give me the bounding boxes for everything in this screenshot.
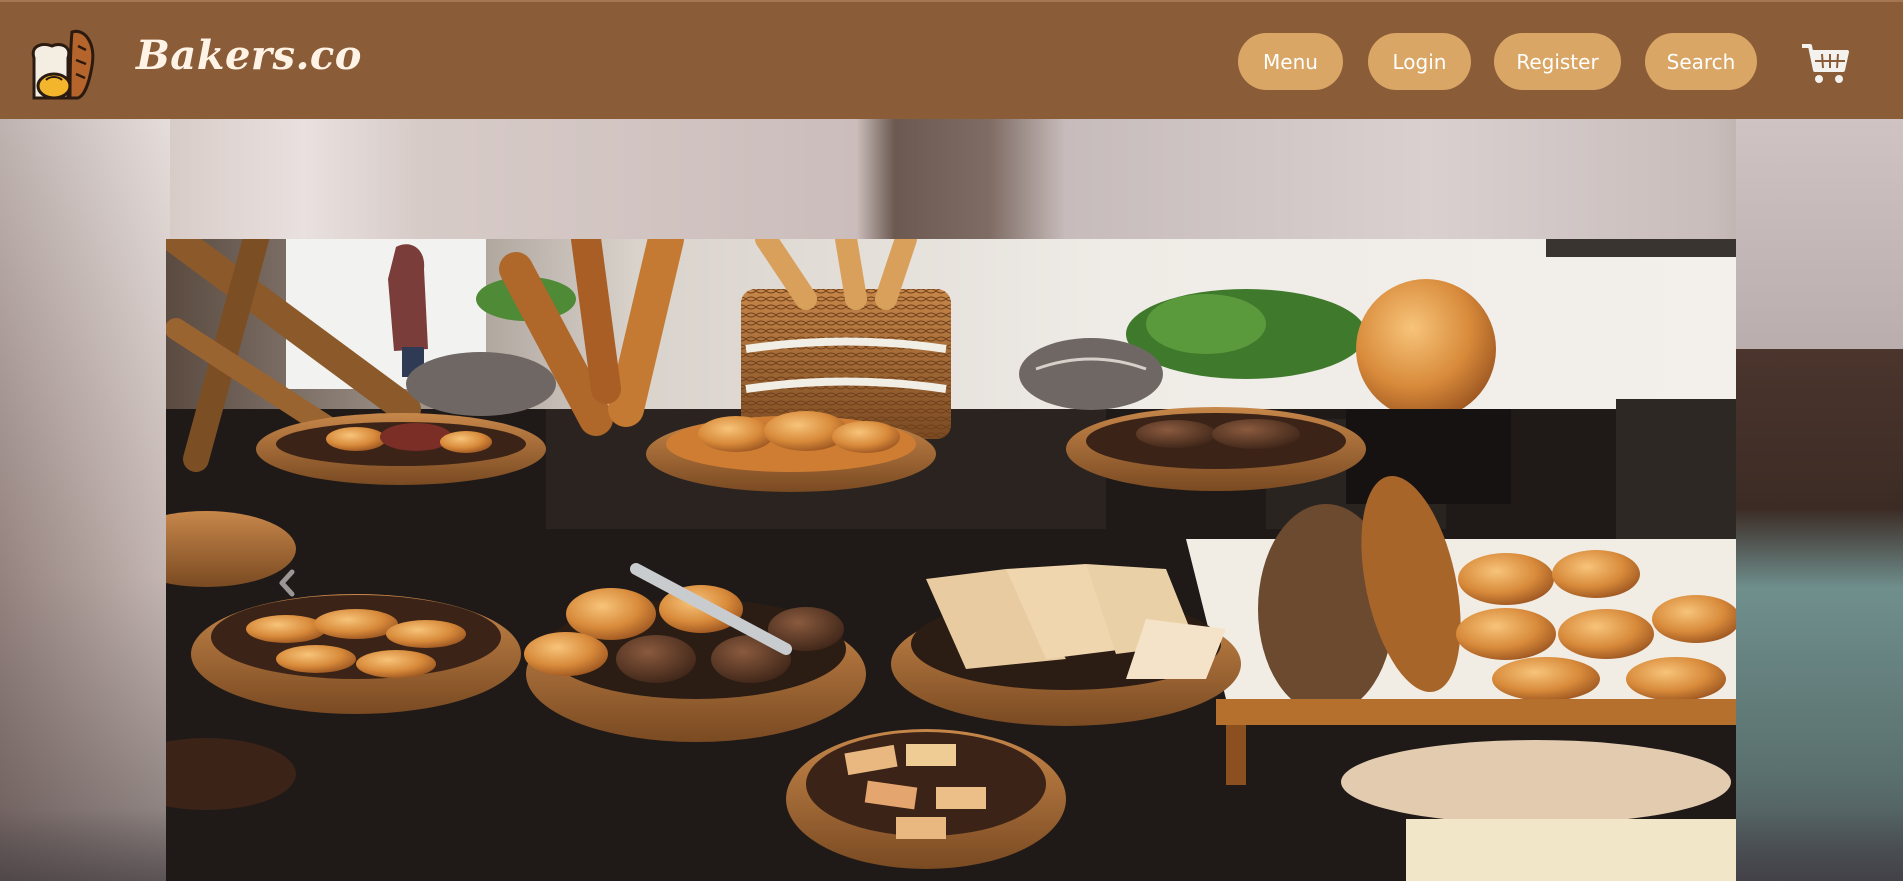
register-button[interactable]: Register (1494, 33, 1621, 90)
background-wall (1736, 119, 1903, 349)
brand-name[interactable]: Bakers.co (136, 32, 362, 79)
chevron-left-icon[interactable] (274, 566, 300, 600)
bread-logo-icon[interactable] (26, 22, 106, 102)
shopping-cart-icon[interactable] (1800, 40, 1850, 86)
login-button[interactable]: Login (1368, 33, 1471, 90)
search-button[interactable]: Search (1645, 33, 1757, 90)
menu-button[interactable]: Menu (1238, 33, 1343, 90)
navbar: Bakers.co Menu Login Register Search (0, 0, 1903, 119)
bakery-display-photo (166, 239, 1736, 881)
background-shelf (1736, 349, 1903, 881)
background-window (0, 119, 170, 881)
